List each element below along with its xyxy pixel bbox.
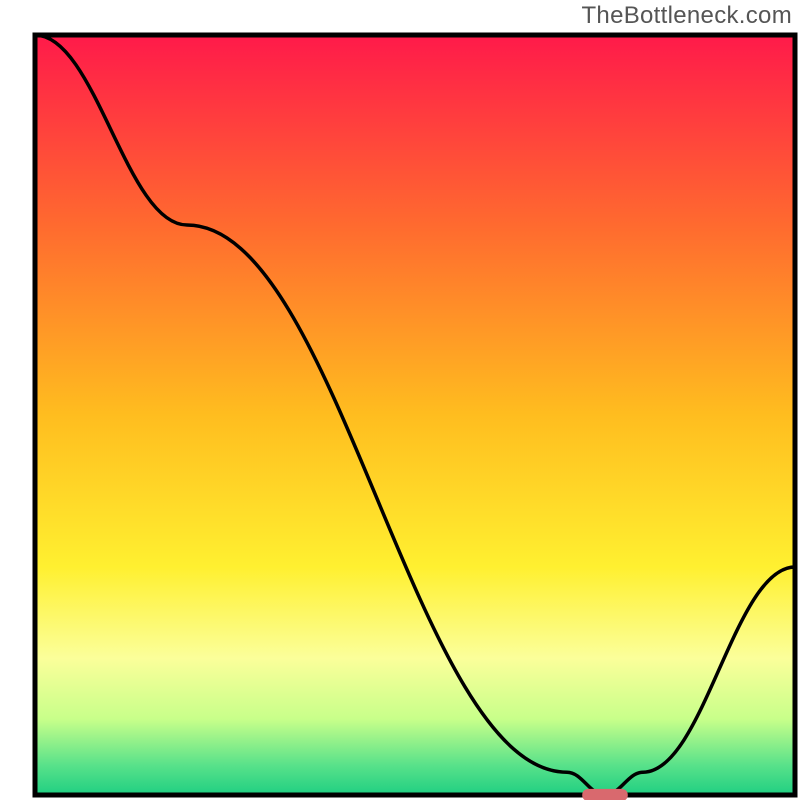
chart-container: TheBottleneck.com	[0, 0, 800, 800]
optimum-marker	[582, 789, 628, 800]
bottleneck-chart	[0, 0, 800, 800]
chart-background	[35, 35, 795, 795]
watermark-text: TheBottleneck.com	[581, 2, 792, 30]
